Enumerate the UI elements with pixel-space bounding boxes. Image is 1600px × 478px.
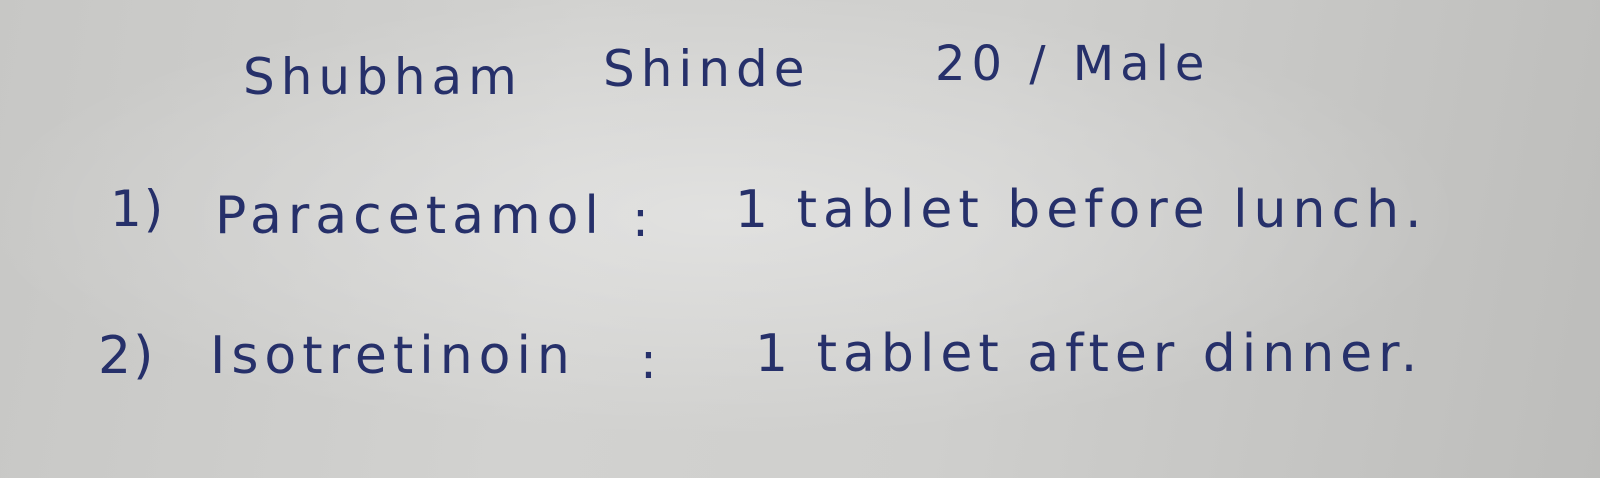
prescription-separator: : (632, 190, 655, 248)
prescription-instruction: 1 tablet after dinner. (755, 324, 1424, 384)
prescription-instruction: 1 tablet before lunch. (735, 180, 1428, 240)
patient-first-name: Shubham (243, 48, 523, 106)
prescription-drug: Isotretinoin (210, 326, 576, 386)
handwritten-prescription-note: Shubham Shinde 20 / Male 1) Paracetamol … (0, 0, 1600, 478)
prescription-separator: : (640, 332, 663, 390)
patient-last-name: Shinde (603, 40, 811, 98)
prescription-drug: Paracetamol (215, 186, 605, 246)
prescription-number: 1) (110, 180, 166, 238)
patient-age-sex: 20 / Male (935, 36, 1211, 92)
prescription-number: 2) (98, 326, 156, 386)
